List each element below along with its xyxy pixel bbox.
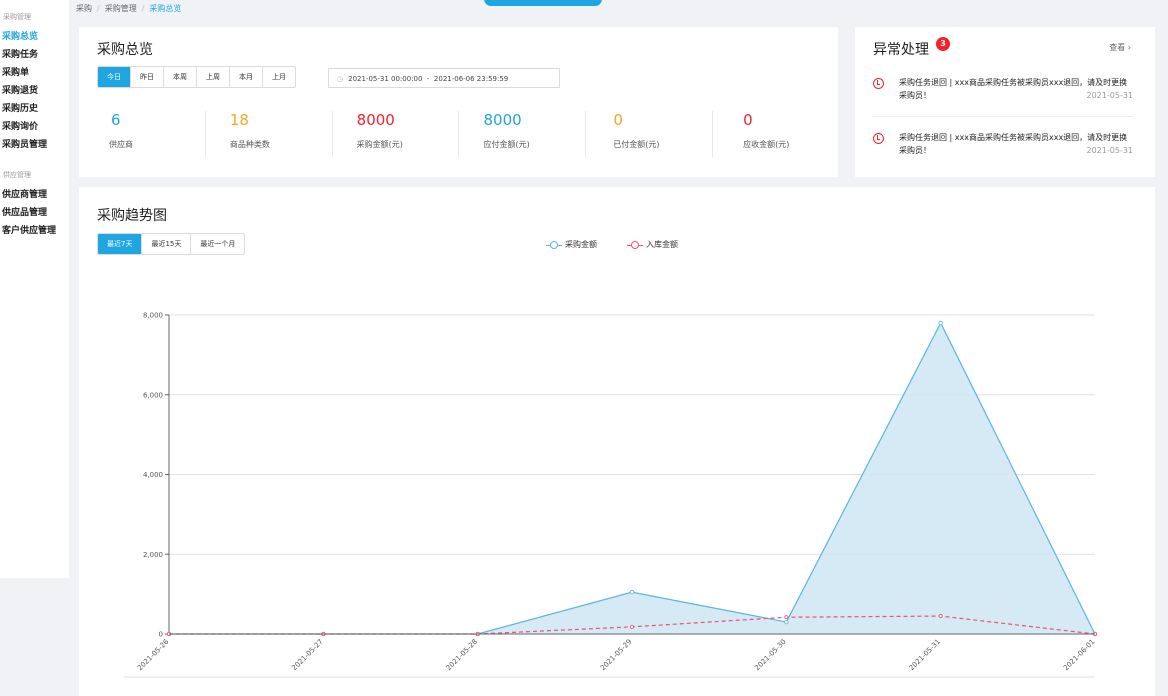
data-point-stock-in bbox=[630, 624, 635, 629]
data-point-purchase bbox=[629, 589, 635, 595]
data-point-purchase bbox=[784, 619, 789, 625]
alert-date: 2021-05-31 bbox=[1086, 146, 1134, 155]
tab-last-week[interactable]: 上周 bbox=[196, 67, 229, 87]
stat-label: 应收金额(元) bbox=[743, 140, 790, 149]
sidebar-item-buyers[interactable]: 采购员管理 bbox=[0, 136, 69, 154]
view-all-link[interactable]: 查看 › bbox=[1109, 42, 1131, 53]
stat-paid: 0 已付金额(元) bbox=[585, 111, 712, 157]
x-tick-label: 2021-05-28 bbox=[445, 638, 479, 672]
x-tick-label: 2021-05-30 bbox=[753, 638, 787, 672]
stat-label: 采购金额(元) bbox=[356, 140, 403, 149]
stat-value: 8000 bbox=[356, 111, 395, 129]
top-tooltip-badge bbox=[484, 0, 602, 6]
stat-label: 供应商 bbox=[109, 140, 133, 149]
stat-value: 8000 bbox=[483, 111, 522, 129]
data-point-stock-in bbox=[784, 615, 789, 620]
trend-card: 采购趋势图 最近7天 最近15天 最近一个月 采购金额 入库金额 0 2,000 4… bbox=[79, 187, 1155, 696]
clock-icon: ◷ bbox=[337, 75, 344, 83]
stat-value: 0 bbox=[743, 111, 753, 129]
stat-payable: 8000 应付金额(元) bbox=[458, 111, 585, 157]
date-separator: - bbox=[426, 75, 430, 83]
x-tick-label: 2021-05-29 bbox=[599, 638, 633, 672]
date-end: 2021-06-06 23:59:59 bbox=[433, 75, 509, 83]
stat-suppliers: 6 供应商 bbox=[79, 111, 205, 157]
view-all-label: 查看 bbox=[1109, 43, 1126, 52]
sidebar-group-title: 采购管理 bbox=[3, 13, 31, 21]
stat-purchase-amount: 8000 采购金额(元) bbox=[331, 111, 459, 157]
sidebar-item-orders[interactable]: 采购单 bbox=[0, 64, 69, 82]
stat-label: 应付金额(元) bbox=[483, 140, 530, 149]
overview-range-tabs: 今日 昨日 本周 上周 本月 上月 bbox=[97, 66, 296, 88]
alarm-clock-icon bbox=[873, 78, 884, 89]
sidebar-item-suppliers[interactable]: 供应商管理 bbox=[0, 186, 69, 204]
y-tick-label: 2,000 bbox=[143, 551, 163, 559]
stat-categories: 18 商品种类数 bbox=[204, 111, 332, 157]
sidebar-item-returns[interactable]: 采购退货 bbox=[0, 82, 69, 100]
alert-item[interactable]: 采购任务退回 | xxx商品采购任务被采购员xxx退回，请及时更换采购员！ 20… bbox=[873, 131, 1133, 157]
trend-chart: 0 2,000 4,000 6,000 8,000 2021-05-26 2021-05-2… bbox=[124, 312, 1098, 678]
breadcrumb-item[interactable]: 采购管理 bbox=[105, 4, 137, 13]
overview-title: 采购总览 bbox=[97, 42, 153, 58]
sidebar-item-customer-supply[interactable]: 客户供应管理 bbox=[0, 222, 69, 240]
stat-value: 6 bbox=[111, 111, 121, 129]
stat-label: 已付金额(元) bbox=[613, 140, 660, 149]
sidebar-group-title: 供应管理 bbox=[3, 171, 31, 179]
breadcrumb: 采购 / 采购管理 / 采购总览 bbox=[76, 4, 182, 13]
data-point-purchase bbox=[938, 320, 943, 326]
series-area-purchase bbox=[169, 322, 1095, 634]
x-tick-label: 2021-05-26 bbox=[136, 637, 171, 672]
data-point-stock-in bbox=[938, 614, 943, 619]
x-tick-label: 2021-05-27 bbox=[290, 638, 324, 672]
alerts-card: 异常处理 3 查看 › 采购任务退回 | xxx商品采购任务被采购员xxx退回，… bbox=[855, 27, 1155, 177]
alert-item[interactable]: 采购任务退回 | xxx商品采购任务被采购员xxx退回，请及时更换采购员！ 20… bbox=[873, 76, 1133, 102]
tab-this-week[interactable]: 本周 bbox=[163, 67, 196, 87]
x-tick-label: 2021-06-01 bbox=[1062, 638, 1096, 672]
sidebar-item-inquiry[interactable]: 采购询价 bbox=[0, 118, 69, 136]
alert-divider bbox=[873, 116, 1133, 117]
tab-last-month[interactable]: 上月 bbox=[262, 67, 295, 87]
y-tick-label: 0 bbox=[159, 631, 163, 639]
stat-value: 0 bbox=[613, 111, 623, 129]
sidebar: 采购管理 采购总览 采购任务 采购单 采购退货 采购历史 采购询价 采购员管理 … bbox=[0, 0, 69, 578]
date-range-picker[interactable]: ◷ 2021-05-31 00:00:00 - 2021-06-06 23:59:… bbox=[328, 68, 560, 88]
breadcrumb-current: 采购总览 bbox=[149, 4, 182, 13]
date-start: 2021-05-31 00:00:00 bbox=[348, 75, 423, 83]
tab-this-month[interactable]: 本月 bbox=[229, 67, 262, 87]
y-tick-label: 6,000 bbox=[143, 391, 163, 399]
overview-card: 采购总览 今日 昨日 本周 上周 本月 上月 ◷ 2021-05-31 00:00… bbox=[79, 27, 838, 177]
y-tick-label: 4,000 bbox=[143, 471, 163, 479]
sidebar-item-overview[interactable]: 采购总览 bbox=[0, 28, 69, 46]
tab-today[interactable]: 今日 bbox=[98, 67, 130, 87]
stat-receivable: 0 应收金额(元) bbox=[712, 111, 839, 157]
x-tick-label: 2021-05-31 bbox=[908, 638, 942, 672]
alarm-clock-icon bbox=[873, 133, 884, 144]
alerts-title: 异常处理 bbox=[873, 42, 929, 58]
stat-value: 18 bbox=[229, 111, 249, 129]
alert-date: 2021-05-31 bbox=[1086, 91, 1134, 100]
sidebar-item-history[interactable]: 采购历史 bbox=[0, 100, 69, 118]
chevron-right-icon: › bbox=[1127, 43, 1131, 52]
sidebar-item-supply-goods[interactable]: 供应品管理 bbox=[0, 204, 69, 222]
alerts-count-badge: 3 bbox=[936, 37, 950, 51]
sidebar-item-tasks[interactable]: 采购任务 bbox=[0, 46, 69, 64]
stat-label: 商品种类数 bbox=[229, 140, 270, 149]
breadcrumb-item[interactable]: 采购 bbox=[76, 4, 92, 13]
y-tick-label: 8,000 bbox=[143, 312, 163, 320]
tab-yesterday[interactable]: 昨日 bbox=[130, 67, 163, 87]
stats-row: 6 供应商 18 商品种类数 8000 采购金额(元) 8000 应付金额(元)… bbox=[79, 111, 839, 157]
